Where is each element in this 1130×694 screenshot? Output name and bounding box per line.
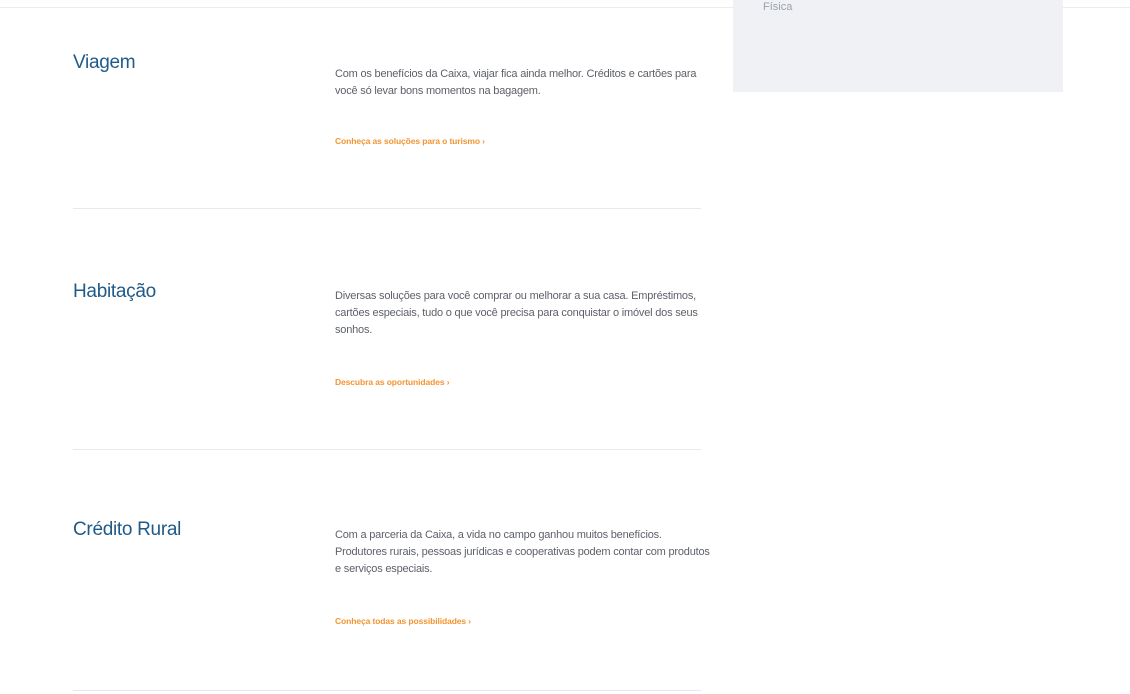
side-card-text: Física bbox=[763, 1, 793, 13]
section-divider bbox=[73, 449, 701, 450]
side-card: Física bbox=[733, 0, 1063, 92]
section-title: Habitação bbox=[73, 281, 156, 302]
section-divider bbox=[73, 690, 701, 691]
section-description: Com os benefícios da Caixa, viajar fica … bbox=[335, 68, 697, 97]
section-description: Diversas soluções para você comprar ou m… bbox=[335, 290, 698, 336]
section-title: Crédito Rural bbox=[73, 519, 182, 540]
section-link-turismo[interactable]: Conheça as soluções para o turismo › bbox=[335, 136, 485, 146]
section-link-oportunidades[interactable]: Descubra as oportunidades › bbox=[335, 377, 450, 387]
section-title: Viagem bbox=[73, 52, 136, 73]
section-description: Com a parceria da Caixa, a vida no campo… bbox=[335, 529, 710, 575]
section-divider bbox=[73, 208, 701, 209]
section-link-possibilidades[interactable]: Conheça todas as possibilidades › bbox=[335, 616, 471, 626]
page: Física Viagem Com os benefícios da Caixa… bbox=[0, 0, 1130, 694]
